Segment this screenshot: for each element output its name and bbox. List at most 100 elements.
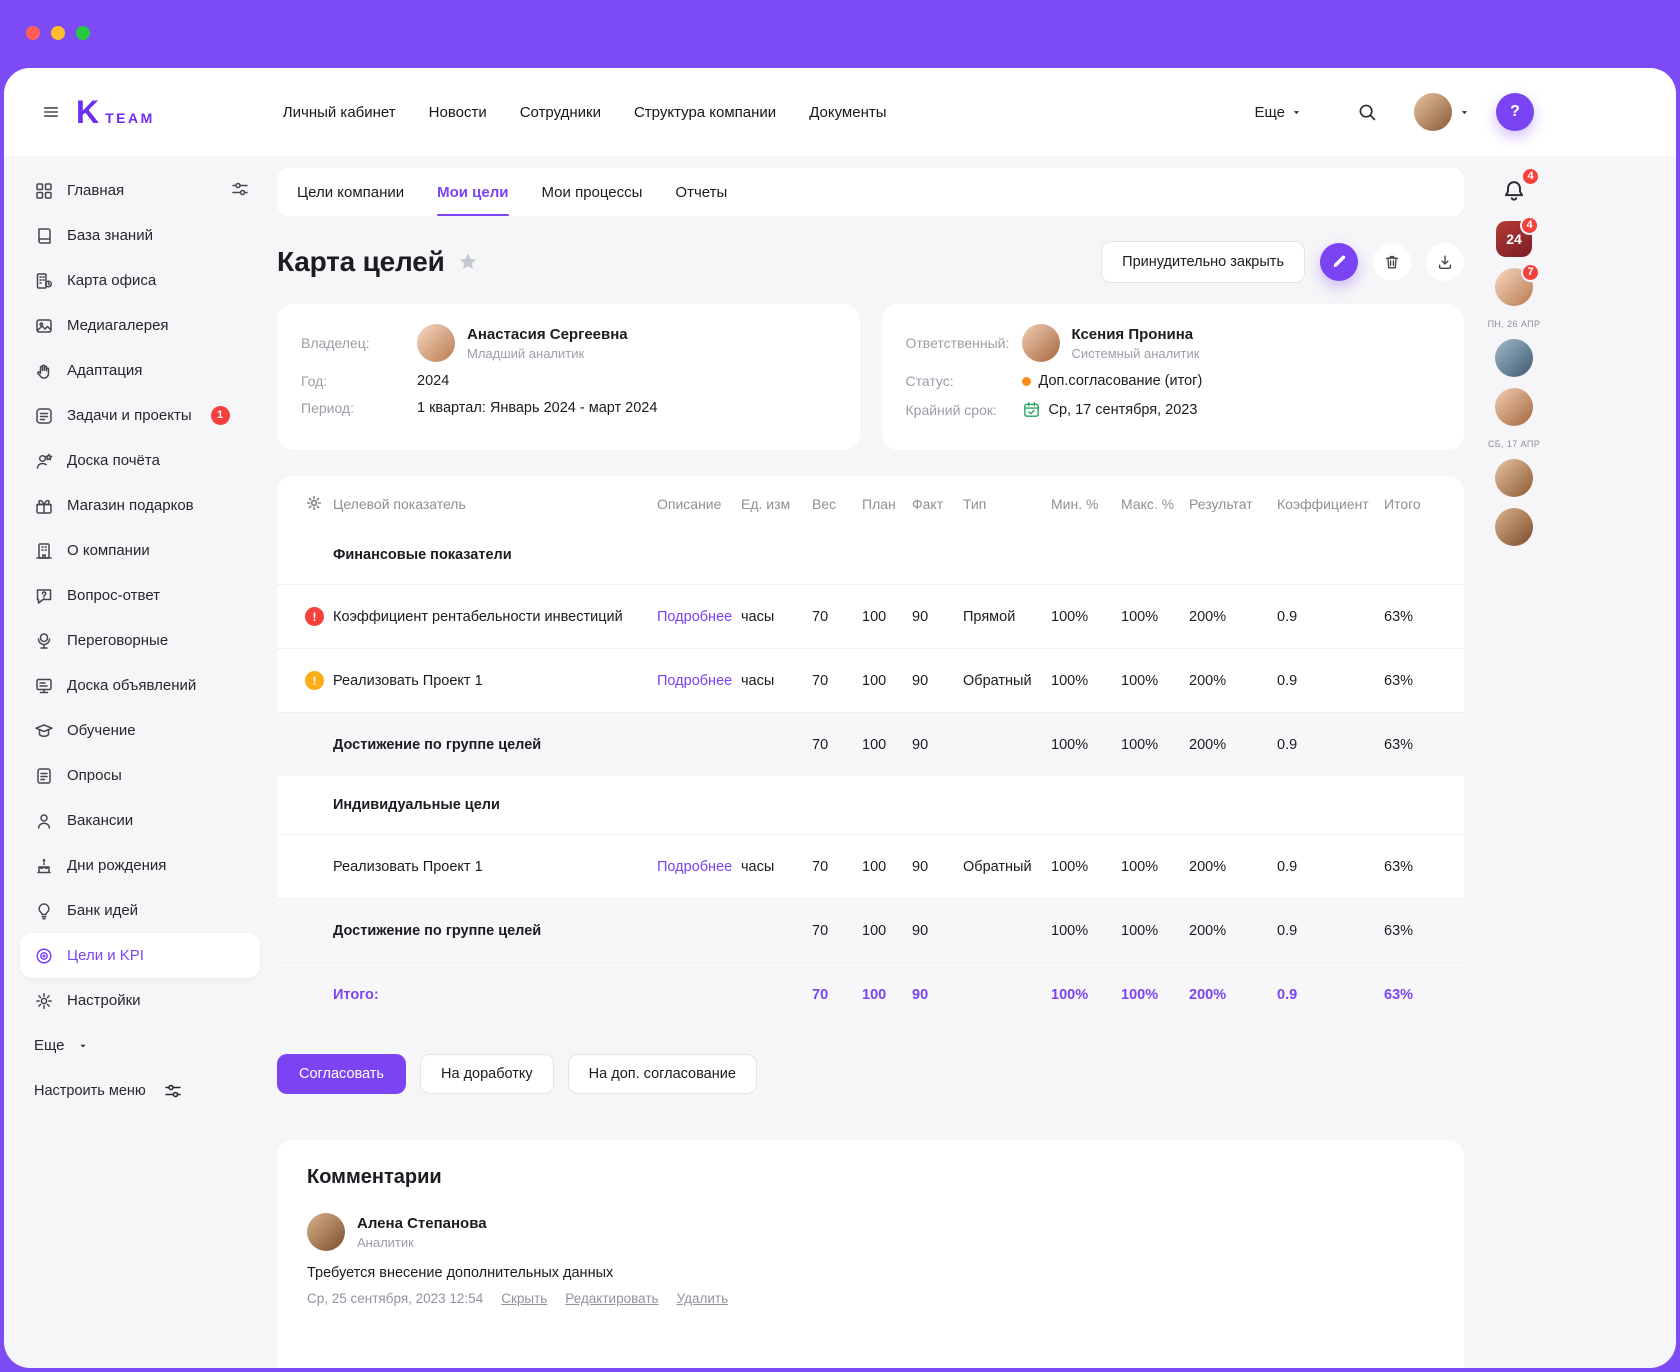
comment-hide-link[interactable]: Скрыть <box>501 1291 547 1306</box>
brand-logo[interactable]: K TEAM <box>76 96 155 128</box>
search-icon[interactable] <box>1356 101 1378 123</box>
edit-button[interactable] <box>1320 243 1358 281</box>
table-settings-icon[interactable] <box>305 494 323 512</box>
gift-icon <box>34 496 54 516</box>
download-button[interactable] <box>1426 243 1464 281</box>
sidebar-item-label: Задачи и проекты <box>67 407 192 424</box>
building-icon <box>34 541 54 561</box>
rail-avatar[interactable] <box>1495 459 1533 497</box>
sidebar-item-honor-board[interactable]: Доска почёта <box>20 438 260 483</box>
table-cell: 100% <box>1121 608 1159 625</box>
nav-item-documents[interactable]: Документы <box>809 104 886 121</box>
table-cell: 90 <box>912 986 929 1003</box>
tab-reports[interactable]: Отчеты <box>675 168 727 216</box>
table-cell: 100% <box>1051 986 1089 1003</box>
table-cell: 200% <box>1189 736 1227 753</box>
sidebar-item-goals-kpi[interactable]: Цели и KPI <box>20 933 260 978</box>
sidebar-item-birthdays[interactable]: Дни рождения <box>20 843 260 888</box>
user-menu[interactable] <box>1414 93 1470 131</box>
calendar-widget[interactable]: 24 4 <box>1496 216 1539 257</box>
topnav-more-label: Еще <box>1254 103 1285 121</box>
table-cell: 0.9 <box>1277 608 1298 625</box>
sidebar-customize-menu[interactable]: Настроить меню <box>20 1068 260 1113</box>
details-link[interactable]: Подробнее <box>657 859 732 875</box>
table-cell: 90 <box>912 858 929 875</box>
sidebar-item-idea-bank[interactable]: Банк идей <box>20 888 260 933</box>
sidebar-item-settings[interactable]: Настройки <box>20 978 260 1023</box>
sidebar-item-announcements[interactable]: Доска объявлений <box>20 663 260 708</box>
notifications-rail: 4 24 4 7 ПН, 26 АПР СБ, 17 АПР <box>1486 167 1542 557</box>
column-header: Целевой показатель <box>333 496 466 512</box>
section-name: Индивидуальные цели <box>333 797 500 813</box>
rail-avatar[interactable]: 7 <box>1495 263 1540 306</box>
approve-button[interactable]: Согласовать <box>277 1054 406 1094</box>
sidebar-item-vacancies[interactable]: Вакансии <box>20 798 260 843</box>
sidebar-item-label: Магазин подарков <box>67 497 194 514</box>
sidebar-item-meeting-rooms[interactable]: Переговорные <box>20 618 260 663</box>
delete-button[interactable] <box>1373 243 1411 281</box>
comment-author-role: Аналитик <box>357 1234 414 1250</box>
notifications-bell[interactable]: 4 <box>1495 167 1540 210</box>
sidebar-item-learning[interactable]: Обучение <box>20 708 260 753</box>
sidebar-item-knowledge-base[interactable]: База знаний <box>20 213 260 258</box>
rework-button[interactable]: На доработку <box>420 1054 554 1094</box>
tab-company-goals[interactable]: Цели компании <box>297 168 404 216</box>
table-cell: Реализовать Проект 1 <box>333 672 483 689</box>
user-star-icon <box>34 451 54 471</box>
zoom-window-button[interactable] <box>76 26 90 40</box>
comment-timestamp: Ср, 25 сентября, 2023 12:54 <box>307 1291 484 1306</box>
sliders-icon <box>230 179 250 199</box>
help-button[interactable]: ? <box>1496 93 1534 131</box>
rail-avatar[interactable] <box>1495 339 1533 377</box>
column-header: Коэффициент <box>1277 496 1369 512</box>
table-cell: 100% <box>1051 672 1089 689</box>
favorite-star-icon[interactable] <box>457 251 479 273</box>
sidebar-item-adaptation[interactable]: Адаптация <box>20 348 260 393</box>
extra-approval-button[interactable]: На доп. согласование <box>567 1054 757 1094</box>
column-header: Тип <box>963 496 987 512</box>
force-close-button[interactable]: Принудительно закрыть <box>1101 241 1305 283</box>
details-link[interactable]: Подробнее <box>657 609 732 625</box>
sidebar-item-label: Доска почёта <box>67 452 160 469</box>
nav-item-personal[interactable]: Личный кабинет <box>283 104 396 121</box>
sidebar-item-label: Переговорные <box>67 632 169 649</box>
sidebar-item-tasks-projects[interactable]: Задачи и проекты 1 <box>20 393 260 438</box>
sidebar-item-about-company[interactable]: О компании <box>20 528 260 573</box>
details-link[interactable]: Подробнее <box>657 673 732 689</box>
sidebar-item-gift-shop[interactable]: Магазин подарков <box>20 483 260 528</box>
comment-edit-link[interactable]: Редактировать <box>565 1291 658 1306</box>
tab-my-processes[interactable]: Мои процессы <box>542 168 643 216</box>
rail-date-label: ПН, 26 АПР <box>1487 319 1541 329</box>
rail-avatar[interactable] <box>1495 508 1533 546</box>
table-cell: Итого: <box>333 986 379 1003</box>
sidebar-item-label: Настройки <box>67 992 141 1009</box>
table-cell: 200% <box>1189 858 1227 875</box>
nav-item-structure[interactable]: Структура компании <box>634 104 776 121</box>
sidebar-item-surveys[interactable]: Опросы <box>20 753 260 798</box>
year-value: 2024 <box>417 373 450 389</box>
avatar <box>1495 508 1533 546</box>
nav-item-employees[interactable]: Сотрудники <box>520 104 601 121</box>
year-label: Год: <box>301 373 328 389</box>
close-window-button[interactable] <box>26 26 40 40</box>
minimize-window-button[interactable] <box>51 26 65 40</box>
sidebar-more[interactable]: Еще <box>20 1023 260 1068</box>
rail-avatar[interactable] <box>1495 388 1533 426</box>
survey-icon <box>34 766 54 786</box>
table-cell: Подробнее <box>657 673 741 689</box>
app-body: Главная База знаний Карта офиса Медиагал… <box>4 156 1676 1368</box>
sidebar-item-media-gallery[interactable]: Медиагалерея <box>20 303 260 348</box>
topnav-more[interactable]: Еще <box>1254 104 1302 121</box>
sidebar-item-qa[interactable]: Вопрос-ответ <box>20 573 260 618</box>
table-cell: 0.9 <box>1277 672 1298 689</box>
pencil-icon <box>1330 253 1348 271</box>
main-content: Цели компании Мои цели Мои процессы Отчеты … <box>277 156 1464 1368</box>
sidebar-item-home[interactable]: Главная <box>20 168 260 213</box>
table-cell: 0.9 <box>1277 858 1298 875</box>
nav-item-news[interactable]: Новости <box>429 104 487 121</box>
tab-my-goals[interactable]: Мои цели <box>437 168 509 216</box>
comment-delete-link[interactable]: Удалить <box>677 1291 729 1306</box>
menu-icon[interactable] <box>42 103 60 121</box>
bulb-icon <box>34 901 54 921</box>
sidebar-item-office-map[interactable]: Карта офиса <box>20 258 260 303</box>
